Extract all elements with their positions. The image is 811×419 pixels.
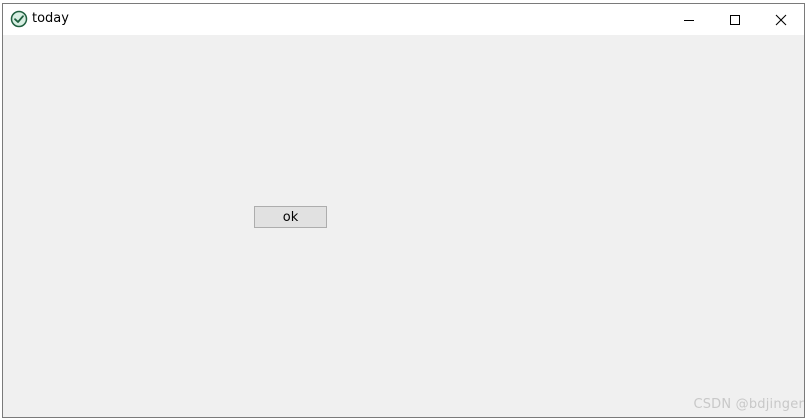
app-window: today ok	[2, 3, 805, 418]
check-circle-icon	[10, 10, 28, 28]
maximize-icon	[729, 14, 741, 26]
client-area: ok	[3, 35, 804, 417]
close-icon	[775, 14, 787, 26]
ok-button[interactable]: ok	[254, 206, 327, 228]
maximize-button[interactable]	[712, 4, 758, 35]
close-button[interactable]	[758, 4, 804, 35]
minimize-button[interactable]	[666, 4, 712, 35]
watermark-text: CSDN @bdjinger	[693, 397, 804, 412]
minimize-icon	[683, 14, 695, 26]
title-bar[interactable]: today	[3, 4, 804, 35]
window-title: today	[32, 11, 69, 26]
